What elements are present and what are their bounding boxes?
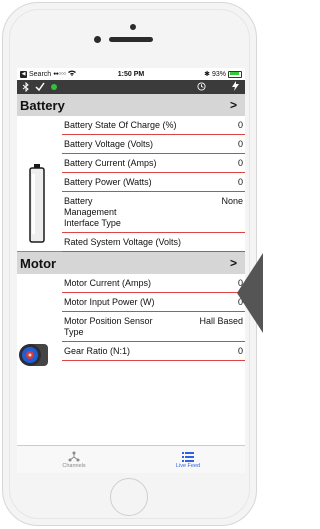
table-row[interactable]: Rated System Voltage (Volts) [62, 233, 245, 252]
battery-status-icon [228, 70, 242, 78]
table-row[interactable]: Battery Power (Watts) 0 [62, 173, 245, 192]
table-row[interactable]: Motor Position Sensor Type Hall Based [62, 312, 245, 342]
row-label: Battery Current (Amps) [64, 158, 157, 168]
row-label: Battery Voltage (Volts) [64, 139, 154, 149]
table-row[interactable]: Motor Input Power (W) 0 [62, 293, 245, 312]
proximity-sensor [94, 36, 101, 43]
table-row[interactable]: Battery State Of Charge (%) 0 [62, 116, 245, 135]
section-title: Battery [20, 97, 65, 113]
row-value: 0 [237, 158, 243, 168]
row-value: 0 [237, 120, 243, 130]
channels-icon [68, 451, 80, 463]
motor-icon [18, 340, 52, 375]
app-toolbar [17, 80, 245, 94]
table-row[interactable]: Battery Current (Amps) 0 [62, 154, 245, 173]
table-row[interactable]: Battery Management Interface Type None [62, 192, 245, 233]
side-arrow-indicator [237, 253, 263, 333]
row-label: Battery Power (Watts) [64, 177, 152, 187]
lightning-icon[interactable] [232, 81, 239, 93]
battery-icon [29, 164, 45, 249]
motor-icon-column [17, 274, 62, 366]
status-bar: ◀ Search ●●○○○ 1:50 PM ✱ 93% [17, 68, 245, 80]
motor-rows: Motor Current (Amps) 0 Motor Input Power … [62, 274, 245, 361]
connection-dot-icon [51, 84, 57, 90]
tab-live-feed[interactable]: Live Feed [131, 446, 245, 473]
row-value: None [221, 196, 243, 206]
chevron-right-icon[interactable]: > [230, 256, 237, 270]
battery-icon-column [17, 116, 62, 252]
tab-label: Channels [62, 462, 86, 469]
earpiece-speaker [109, 37, 153, 42]
bluetooth-icon[interactable] [21, 82, 31, 92]
row-label: Battery State Of Charge (%) [64, 120, 177, 130]
table-row[interactable]: Gear Ratio (N:1) 0 [62, 342, 245, 361]
row-label: Gear Ratio (N:1) [64, 346, 131, 356]
battery-rows: Battery State Of Charge (%) 0 Battery Vol… [62, 116, 245, 252]
section-title: Motor [20, 255, 57, 271]
status-time: 1:50 PM [117, 70, 145, 78]
row-label: Motor Current (Amps) [64, 278, 152, 288]
section-header-battery[interactable]: Battery > [17, 94, 245, 116]
row-value: 0 [237, 139, 243, 149]
row-label: Motor Input Power (W) [64, 297, 155, 307]
row-label: Battery Management Interface Type [64, 196, 121, 228]
clock-icon[interactable] [197, 81, 206, 93]
tab-bar: Channels Live Feed [17, 445, 245, 473]
section-header-motor[interactable]: Motor > [17, 252, 245, 274]
row-value: 0 [237, 346, 243, 356]
tab-channels[interactable]: Channels [17, 446, 131, 473]
home-button[interactable] [110, 478, 148, 516]
check-icon[interactable] [35, 82, 45, 92]
table-row[interactable]: Battery Voltage (Volts) 0 [62, 135, 245, 154]
list-icon [182, 451, 194, 463]
front-camera [130, 24, 136, 30]
chevron-right-icon[interactable]: > [230, 98, 237, 112]
motor-section: Motor Current (Amps) 0 Motor Input Power … [17, 274, 245, 366]
row-label: Rated System Voltage (Volts) [64, 237, 182, 247]
app-screen: ◀ Search ●●○○○ 1:50 PM ✱ 93% Battery > B… [17, 68, 245, 473]
row-value: 0 [237, 177, 243, 187]
table-row[interactable]: Motor Current (Amps) 0 [62, 274, 245, 293]
tab-label: Live Feed [175, 462, 201, 469]
battery-section: Battery State Of Charge (%) 0 Battery Vol… [17, 116, 245, 252]
row-label: Motor Position Sensor Type [64, 316, 153, 337]
